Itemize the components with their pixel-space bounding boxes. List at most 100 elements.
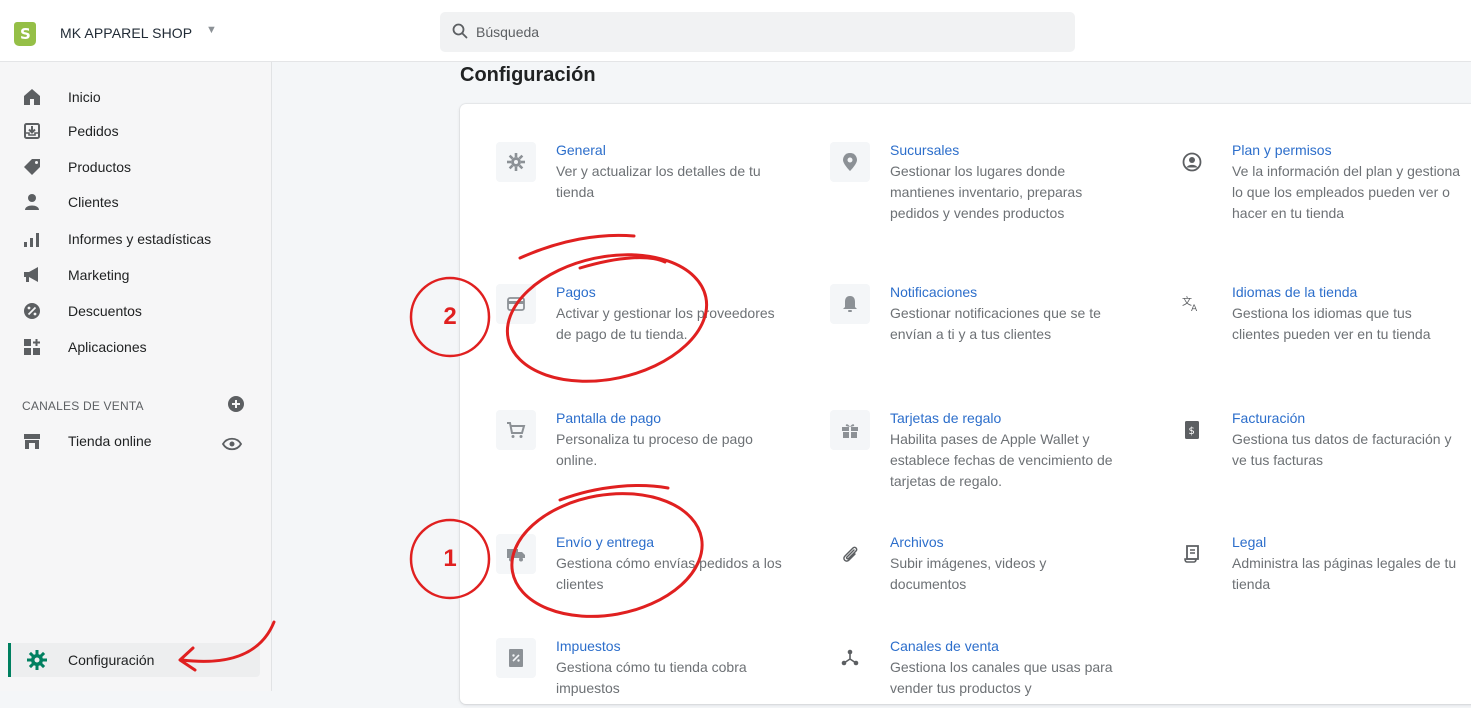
top-bar: S MK APPAREL SHOP ▼ Búsqueda xyxy=(0,0,1471,62)
person-icon xyxy=(25,194,39,210)
setting-description: Gestiona los idiomas que tus clientes pu… xyxy=(1232,305,1431,342)
sidebar-item-inicio[interactable]: Inicio xyxy=(0,82,272,112)
active-indicator xyxy=(8,643,11,677)
sidebar-item-descuentos[interactable]: Descuentos xyxy=(0,296,272,326)
discount-icon xyxy=(24,303,40,319)
add-channel-icon[interactable] xyxy=(226,394,246,414)
setting-facturacion[interactable]: $ Facturación Gestiona tus datos de fact… xyxy=(1172,410,1471,480)
search-icon xyxy=(452,23,468,39)
sidebar-item-pedidos[interactable]: Pedidos xyxy=(0,116,272,146)
gear-icon xyxy=(507,153,525,171)
setting-tarjetas-regalo[interactable]: Tarjetas de regalo Habilita pases de App… xyxy=(830,410,1130,500)
legal-document-icon xyxy=(1184,545,1199,563)
sidebar: Inicio Pedidos Productos Clientes Inform… xyxy=(0,62,272,691)
search-input[interactable]: Búsqueda xyxy=(440,12,1075,52)
setting-description: Ver y actualizar los detalles de tu tien… xyxy=(556,163,761,200)
credit-card-icon xyxy=(507,297,525,311)
setting-description: Gestiona tus datos de facturación y ve t… xyxy=(1232,431,1452,468)
tax-icon xyxy=(509,649,523,667)
setting-description: Gestiona cómo envías pedidos a los clien… xyxy=(556,555,782,592)
setting-description: Gestiona los canales que usas para vende… xyxy=(890,659,1113,696)
sidebar-item-label: Clientes xyxy=(68,194,119,210)
channels-icon xyxy=(841,649,859,666)
sales-channels-heading: CANALES DE VENTA xyxy=(22,399,144,413)
home-icon xyxy=(24,89,40,105)
step-number-2: 2 xyxy=(443,303,457,330)
megaphone-icon xyxy=(24,267,38,282)
sidebar-item-label: Productos xyxy=(68,159,132,175)
setting-title: Sucursales xyxy=(890,142,960,158)
setting-archivos[interactable]: Archivos Subir imágenes, videos y docume… xyxy=(830,534,1130,604)
sidebar-item-label: Informes y estadísticas xyxy=(68,231,212,247)
step-number-1: 1 xyxy=(443,545,457,572)
store-icon xyxy=(24,434,40,449)
setting-description: Subir imágenes, videos y documentos xyxy=(890,555,1047,592)
settings-card: General Ver y actualizar los detalles de… xyxy=(460,104,1471,704)
setting-title: Notificaciones xyxy=(890,284,978,300)
sidebar-item-marketing[interactable]: Marketing xyxy=(0,260,272,290)
setting-pagos[interactable]: Pagos Activar y gestionar los proveedore… xyxy=(496,284,796,374)
setting-impuestos[interactable]: Impuestos Gestiona cómo tu tienda cobra … xyxy=(496,638,796,708)
setting-title: Pagos xyxy=(556,284,596,300)
cart-icon xyxy=(507,422,526,438)
chevron-down-icon[interactable]: ▼ xyxy=(206,24,217,36)
sidebar-item-label: Tienda online xyxy=(68,433,152,449)
sidebar-item-clientes[interactable]: Clientes xyxy=(0,187,272,217)
setting-envio-entrega[interactable]: Envío y entrega Gestiona cómo envías ped… xyxy=(496,534,796,604)
sidebar-item-productos[interactable]: Productos xyxy=(0,152,272,182)
setting-description: Activar y gestionar los proveedores de p… xyxy=(556,305,775,342)
analytics-icon xyxy=(24,233,39,247)
setting-sucursales[interactable]: Sucursales Gestionar los lugares donde m… xyxy=(830,142,1130,232)
truck-icon xyxy=(507,549,525,562)
setting-pantalla-pago[interactable]: Pantalla de pago Personaliza tu proceso … xyxy=(496,410,796,480)
sidebar-item-label: Pedidos xyxy=(68,123,119,139)
svg-text:$: $ xyxy=(1189,426,1195,437)
setting-title: Plan y permisos xyxy=(1232,142,1332,158)
setting-canales-venta[interactable]: Canales de venta Gestiona los canales qu… xyxy=(830,638,1130,708)
setting-description: Gestionar notificaciones que se te envía… xyxy=(890,305,1101,342)
setting-title: Pantalla de pago xyxy=(556,410,662,426)
sidebar-item-informes[interactable]: Informes y estadísticas xyxy=(0,224,272,254)
shopify-logo-icon[interactable]: S xyxy=(14,22,36,46)
setting-idiomas[interactable]: 文A Idiomas de la tienda Gestiona los idi… xyxy=(1172,284,1471,374)
setting-legal[interactable]: Legal Administra las páginas legales de … xyxy=(1172,534,1471,604)
setting-description: Gestiona cómo tu tienda cobra impuestos xyxy=(556,659,747,696)
sidebar-item-label: Marketing xyxy=(68,267,130,283)
billing-icon: $ xyxy=(1185,421,1199,439)
setting-title: Impuestos xyxy=(556,638,621,654)
setting-title: Facturación xyxy=(1232,410,1306,426)
setting-description: Gestionar los lugares donde mantienes in… xyxy=(890,163,1083,221)
setting-title: General xyxy=(556,142,606,158)
setting-description: Administra las páginas legales de tu tie… xyxy=(1232,555,1457,592)
setting-general[interactable]: General Ver y actualizar los detalles de… xyxy=(496,142,796,222)
sidebar-item-configuracion[interactable]: Configuración xyxy=(8,643,260,677)
sidebar-item-label: Configuración xyxy=(68,652,155,668)
setting-description: Habilita pases de Apple Wallet y estable… xyxy=(890,431,1113,489)
page-title: Configuración xyxy=(460,64,596,86)
setting-title: Idiomas de la tienda xyxy=(1232,284,1358,300)
gift-icon xyxy=(842,424,858,438)
paperclip-icon xyxy=(843,546,858,562)
setting-title: Envío y entrega xyxy=(556,534,655,550)
account-icon xyxy=(1182,152,1202,172)
svg-text:A: A xyxy=(1191,304,1198,314)
tag-icon xyxy=(24,159,40,175)
setting-description: Personaliza tu proceso de pago online. xyxy=(556,431,753,468)
apps-icon xyxy=(24,339,40,355)
gear-icon xyxy=(27,650,47,670)
location-pin-icon xyxy=(843,153,857,171)
setting-notificaciones[interactable]: Notificaciones Gestionar notificaciones … xyxy=(830,284,1130,354)
store-name[interactable]: MK APPAREL SHOP xyxy=(60,25,192,41)
sidebar-item-label: Aplicaciones xyxy=(68,339,147,355)
setting-title: Legal xyxy=(1232,534,1267,550)
eye-icon[interactable] xyxy=(222,434,242,454)
search-placeholder: Búsqueda xyxy=(476,24,540,40)
setting-plan-permisos[interactable]: Plan y permisos Ve la información del pl… xyxy=(1172,142,1471,252)
translate-icon: 文A xyxy=(1182,295,1198,314)
sidebar-item-aplicaciones[interactable]: Aplicaciones xyxy=(0,332,272,362)
setting-title: Tarjetas de regalo xyxy=(890,410,1002,426)
setting-title: Canales de venta xyxy=(890,638,999,654)
setting-description: Ve la información del plan y gestiona lo… xyxy=(1232,163,1461,221)
sidebar-item-label: Descuentos xyxy=(68,303,142,319)
orders-icon xyxy=(24,123,40,139)
